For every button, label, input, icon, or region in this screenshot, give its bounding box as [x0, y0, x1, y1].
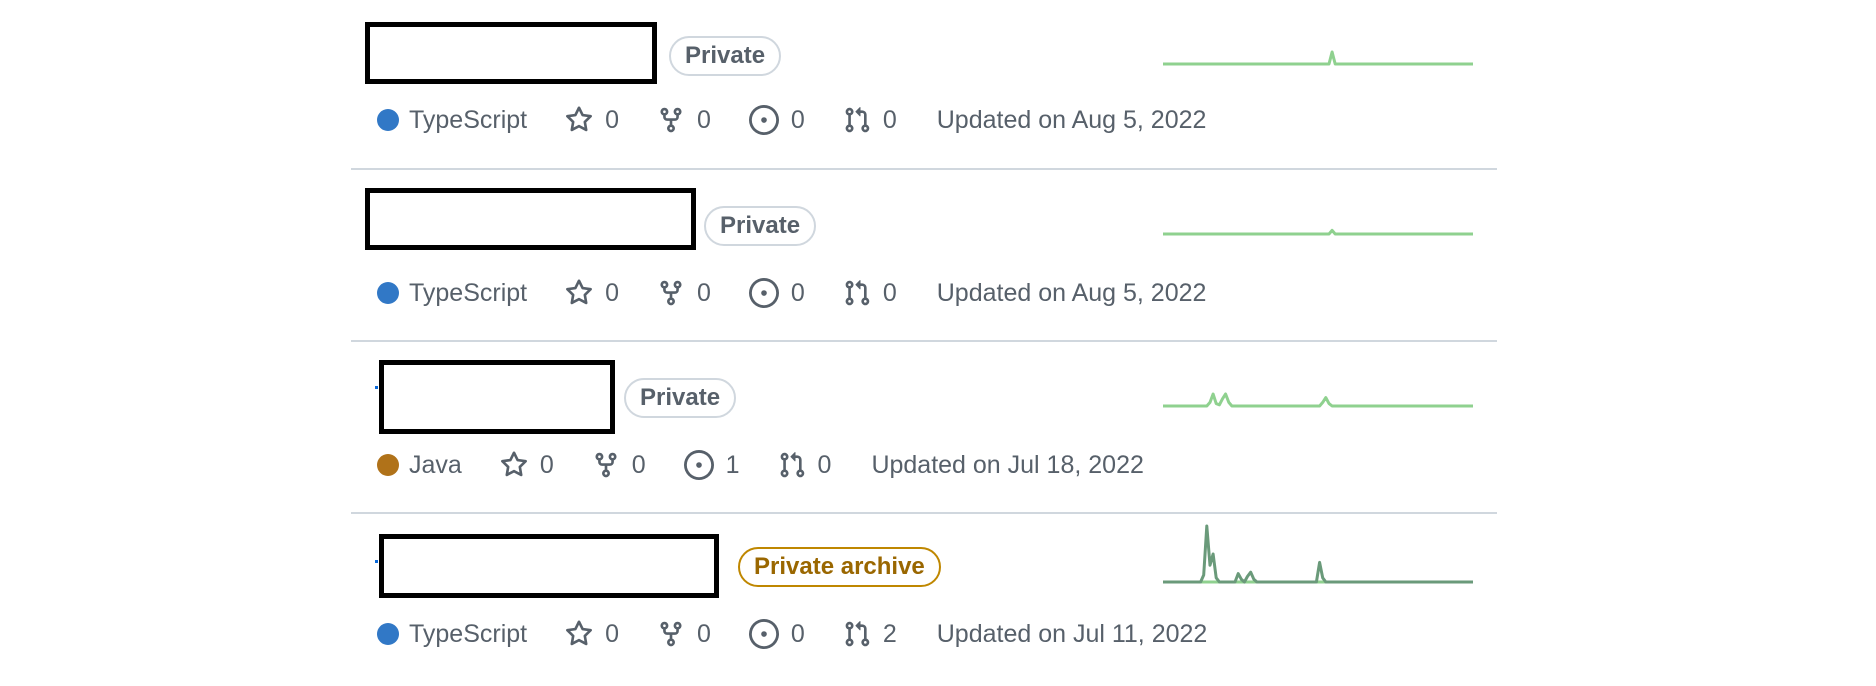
- visibility-badge: Private: [704, 206, 817, 246]
- repository-name-link[interactable]: [384, 539, 714, 593]
- pull-requests-link[interactable]: 0: [778, 450, 832, 480]
- language: TypeScript: [377, 279, 527, 308]
- repository-item: Private TypeScript 0 0 0 0 Updated on Au…: [351, 170, 1497, 342]
- star-count: 0: [605, 105, 620, 134]
- language: TypeScript: [377, 620, 527, 649]
- language-color-dot: [377, 623, 399, 645]
- repository-item: Private archive TypeScript 0 0 0 2 Updat…: [351, 514, 1497, 686]
- sparkline-path: [1163, 524, 1473, 584]
- redacted-repository-name[interactable]: [365, 188, 696, 250]
- forks-link[interactable]: 0: [657, 279, 711, 308]
- fork-count: 0: [697, 278, 711, 307]
- issue-count: 0: [790, 619, 805, 648]
- fork-count: 0: [697, 105, 711, 134]
- issue-count: 1: [725, 450, 740, 479]
- repo-forked-icon: [660, 621, 682, 647]
- visibility-badge: Private: [669, 36, 782, 76]
- star-count: 0: [539, 450, 554, 479]
- sparkline-path: [1163, 392, 1473, 408]
- forks-link[interactable]: 0: [657, 620, 711, 649]
- star-icon: [566, 106, 593, 132]
- language: Java: [377, 451, 462, 480]
- pull-requests-link[interactable]: 2: [843, 620, 897, 649]
- link-fragment-mark: [375, 386, 378, 389]
- visibility-badge: Private: [624, 378, 737, 418]
- pull-request-count: 2: [882, 619, 897, 648]
- git-pull-request-icon: [845, 621, 870, 647]
- visibility-badge: Private archive: [738, 547, 941, 587]
- link-fragment-mark: [375, 560, 378, 563]
- issues-link[interactable]: 0: [748, 619, 805, 649]
- updated-date: Updated on Aug 5, 2022: [936, 105, 1207, 134]
- issues-link[interactable]: 0: [748, 105, 805, 135]
- star-count: 0: [605, 278, 620, 307]
- redacted-repository-name[interactable]: [379, 360, 615, 434]
- sparkline-path: [1163, 50, 1473, 66]
- repository-meta: TypeScript 0 0 0 0 Updated on Aug 5, 202…: [377, 275, 1206, 311]
- repository-name-link[interactable]: [384, 365, 610, 429]
- issue-opened-icon: [683, 450, 714, 480]
- stargazers-link[interactable]: 0: [500, 451, 554, 480]
- language-name: TypeScript: [409, 105, 528, 134]
- updated-date: Updated on Jul 11, 2022: [936, 619, 1208, 648]
- issue-count: 0: [790, 278, 805, 307]
- updated-date: Updated on Aug 5, 2022: [936, 278, 1207, 307]
- stargazers-link[interactable]: 0: [565, 620, 619, 649]
- sparkline-path: [1163, 228, 1473, 236]
- git-pull-request-icon: [845, 280, 870, 306]
- language-color-dot: [377, 282, 399, 304]
- fork-count: 0: [697, 619, 711, 648]
- pull-requests-link[interactable]: 0: [843, 106, 897, 135]
- activity-sparkline: [1163, 524, 1473, 584]
- language-color-dot: [377, 454, 399, 476]
- repository-meta: TypeScript 0 0 0 2 Updated on Jul 11, 20…: [377, 616, 1207, 652]
- repository-name-link[interactable]: [370, 27, 652, 79]
- language-color-dot: [377, 109, 399, 131]
- issue-opened-icon: [748, 619, 779, 649]
- repo-forked-icon: [660, 107, 682, 133]
- pull-request-count: 0: [882, 278, 897, 307]
- star-icon: [566, 620, 593, 646]
- activity-sparkline: [1163, 50, 1473, 66]
- repository-meta: TypeScript 0 0 0 0 Updated on Aug 5, 202…: [377, 102, 1206, 138]
- pull-request-count: 0: [882, 105, 897, 134]
- activity-sparkline: [1163, 392, 1473, 408]
- star-icon: [566, 279, 593, 305]
- stargazers-link[interactable]: 0: [565, 279, 619, 308]
- issue-opened-icon: [748, 105, 779, 135]
- repository-name-link[interactable]: [370, 193, 691, 245]
- repository-meta: Java 0 0 1 0 Updated on Jul 18, 2022: [377, 447, 1144, 483]
- redacted-repository-name[interactable]: [365, 22, 657, 84]
- repository-item: Private TypeScript 0 0 0 0 Updated on Au…: [351, 0, 1497, 170]
- repository-item: Private Java 0 0 1 0 Updated on Jul 18, …: [351, 342, 1497, 514]
- fork-count: 0: [631, 450, 646, 479]
- repository-list: Private TypeScript 0 0 0 0 Updated on Au…: [351, 0, 1497, 686]
- repo-forked-icon: [660, 280, 682, 306]
- forks-link[interactable]: 0: [657, 106, 711, 135]
- git-pull-request-icon: [845, 107, 870, 133]
- pull-request-count: 0: [817, 450, 832, 479]
- redacted-repository-name[interactable]: [379, 534, 719, 598]
- updated-date: Updated on Jul 18, 2022: [871, 450, 1144, 479]
- star-count: 0: [605, 619, 620, 648]
- star-icon: [500, 451, 527, 477]
- language-name: Java: [409, 450, 462, 479]
- git-pull-request-icon: [780, 452, 804, 478]
- issue-opened-icon: [748, 278, 779, 308]
- language: TypeScript: [377, 106, 527, 135]
- issue-count: 0: [790, 105, 805, 134]
- stargazers-link[interactable]: 0: [565, 106, 619, 135]
- language-name: TypeScript: [409, 278, 528, 307]
- repo-forked-icon: [595, 452, 617, 478]
- language-name: TypeScript: [409, 619, 528, 648]
- issues-link[interactable]: 0: [748, 278, 805, 308]
- activity-sparkline: [1163, 228, 1473, 236]
- pull-requests-link[interactable]: 0: [843, 279, 897, 308]
- forks-link[interactable]: 0: [592, 451, 646, 480]
- issues-link[interactable]: 1: [683, 450, 740, 480]
